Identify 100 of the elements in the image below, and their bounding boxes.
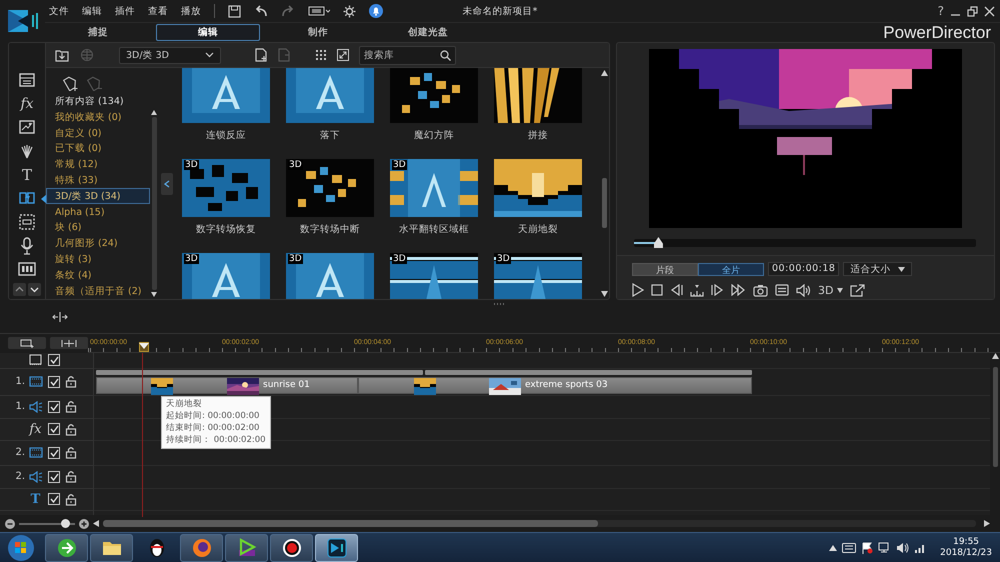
category-item[interactable]: 已下载 (0) [46, 141, 150, 157]
restore-icon[interactable] [967, 6, 978, 16]
play-icon[interactable] [632, 283, 644, 297]
category-item[interactable]: 旋转 (3) [46, 252, 150, 268]
pop-out-icon[interactable] [850, 284, 866, 296]
category-item[interactable]: 我的收藏夹 (0) [46, 109, 150, 126]
unlock-icon[interactable] [65, 492, 77, 506]
unlock-icon[interactable] [65, 400, 77, 414]
next-frame-icon[interactable] [711, 284, 724, 296]
room-tab[interactable]: fx [16, 94, 38, 114]
clip-name: sunrise 01 [263, 380, 310, 390]
menu-item[interactable]: 查看 [148, 4, 168, 18]
tooltip-line: 持续时间： 00:00:02:00 [166, 434, 266, 446]
scroll-left-icon[interactable] [93, 520, 99, 528]
aspect-ratio-icon[interactable] [308, 6, 330, 16]
checkbox[interactable] [48, 354, 60, 366]
mode-tab[interactable]: 捕捉 [46, 24, 150, 41]
checkbox[interactable] [48, 446, 60, 459]
seek-slider[interactable] [634, 239, 976, 247]
category-item[interactable]: 所有内容 (134) [46, 94, 150, 110]
video-clip[interactable]: extreme sports 03 [358, 376, 752, 394]
scrollbar-thumb[interactable] [103, 520, 598, 528]
collapse-button[interactable] [161, 172, 173, 194]
taskbar-app[interactable] [225, 534, 268, 562]
taskbar-app[interactable] [45, 534, 88, 562]
previous-frame-icon[interactable] [670, 284, 683, 296]
scroll-down-icon[interactable] [151, 292, 157, 297]
mode-tab[interactable]: 编辑 [156, 24, 260, 41]
save-icon[interactable] [228, 4, 241, 18]
category-item[interactable]: 几何图形 (24) [46, 236, 150, 252]
fast-forward-icon[interactable] [731, 284, 746, 296]
scroll-up-icon[interactable] [600, 70, 608, 76]
checkbox[interactable] [48, 376, 60, 388]
category-item[interactable]: 自定义 (0) [46, 125, 150, 142]
unlock-icon[interactable] [65, 422, 77, 436]
taskbar-app[interactable] [315, 534, 358, 562]
resize-icon[interactable] [337, 49, 349, 61]
stop-icon[interactable] [651, 284, 663, 296]
zoom-out-icon[interactable] [5, 518, 15, 529]
mode-tab[interactable]: 创建光盘 [376, 24, 480, 41]
add-file-icon[interactable] [255, 48, 268, 62]
3d-mode-dropdown[interactable]: 3D [818, 284, 844, 296]
category-item[interactable]: 条纹 (4) [46, 267, 150, 284]
checkbox[interactable] [48, 423, 60, 436]
mode-toggle[interactable]: 全片 [698, 262, 764, 276]
scroll-down-icon[interactable] [600, 291, 608, 297]
menu-item[interactable]: 插件 [115, 4, 135, 18]
menu-item[interactable]: 编辑 [82, 4, 102, 18]
slider-thumb[interactable] [654, 237, 663, 248]
notification-icon[interactable] [369, 4, 383, 18]
volume-icon[interactable] [796, 284, 811, 296]
scrollbar-thumb[interactable] [992, 366, 998, 467]
show-hidden-icon[interactable] [829, 544, 838, 550]
slider-thumb[interactable] [61, 518, 70, 528]
marker-icon[interactable] [690, 284, 704, 296]
unlock-icon[interactable] [65, 446, 77, 460]
scroll-right-icon[interactable] [984, 520, 990, 528]
add-tag-icon[interactable] [63, 74, 79, 91]
scroll-up-icon[interactable] [151, 110, 157, 115]
settings-icon[interactable] [343, 4, 356, 18]
taskbar-app[interactable] [270, 534, 313, 562]
menu-item[interactable]: 文件 [49, 4, 69, 18]
category-item[interactable]: 常规 (12) [46, 156, 150, 173]
zoom-dropdown[interactable]: 适合大小 [843, 262, 912, 276]
scrollbar-thumb[interactable] [602, 178, 606, 228]
fit-button[interactable] [50, 337, 88, 350]
playhead-marker[interactable] [139, 342, 149, 352]
menu-item[interactable]: 播放 [181, 4, 201, 18]
close-icon[interactable] [984, 6, 995, 16]
subtitle-icon[interactable] [775, 284, 789, 296]
network-icon[interactable] [878, 542, 892, 554]
checkbox[interactable] [48, 493, 60, 506]
checkbox[interactable] [48, 400, 60, 413]
search-field[interactable]: 搜索库 [359, 46, 456, 64]
category-item[interactable]: 特殊 (33) [46, 172, 150, 188]
fit-timeline-icon[interactable] [52, 312, 68, 322]
zoom-in-icon[interactable] [79, 518, 89, 529]
unlock-icon[interactable] [65, 375, 77, 388]
flag-icon[interactable] [861, 542, 874, 554]
track-manager-button[interactable] [8, 337, 46, 350]
category-item[interactable]: 音频（适用于音 (2) [46, 283, 150, 299]
mode-tab[interactable]: 制作 [266, 24, 370, 41]
category-item[interactable]: Alpha (15) [46, 204, 150, 220]
volume-icon[interactable] [896, 542, 910, 554]
category-item[interactable]: 块 (6) [46, 220, 150, 236]
taskbar-app[interactable] [90, 534, 133, 562]
redo-icon[interactable] [281, 5, 295, 17]
undo-icon[interactable] [254, 5, 268, 17]
grid-view-icon[interactable] [315, 49, 327, 61]
unlock-icon[interactable] [65, 470, 77, 484]
keyboard-icon[interactable] [842, 542, 856, 552]
video-clip[interactable]: sunrise 01 [96, 376, 358, 394]
checkbox[interactable] [48, 470, 60, 483]
category-item[interactable]: 3D/类 3D (34) [46, 188, 150, 204]
category-dropdown[interactable]: 3D/类 3D [119, 46, 221, 64]
import-icon[interactable] [54, 48, 70, 62]
help-button[interactable]: ? [938, 4, 944, 18]
room-tab[interactable]: T [16, 164, 38, 184]
mode-toggle[interactable]: 片段 [632, 262, 698, 276]
camera-icon[interactable] [753, 284, 768, 296]
